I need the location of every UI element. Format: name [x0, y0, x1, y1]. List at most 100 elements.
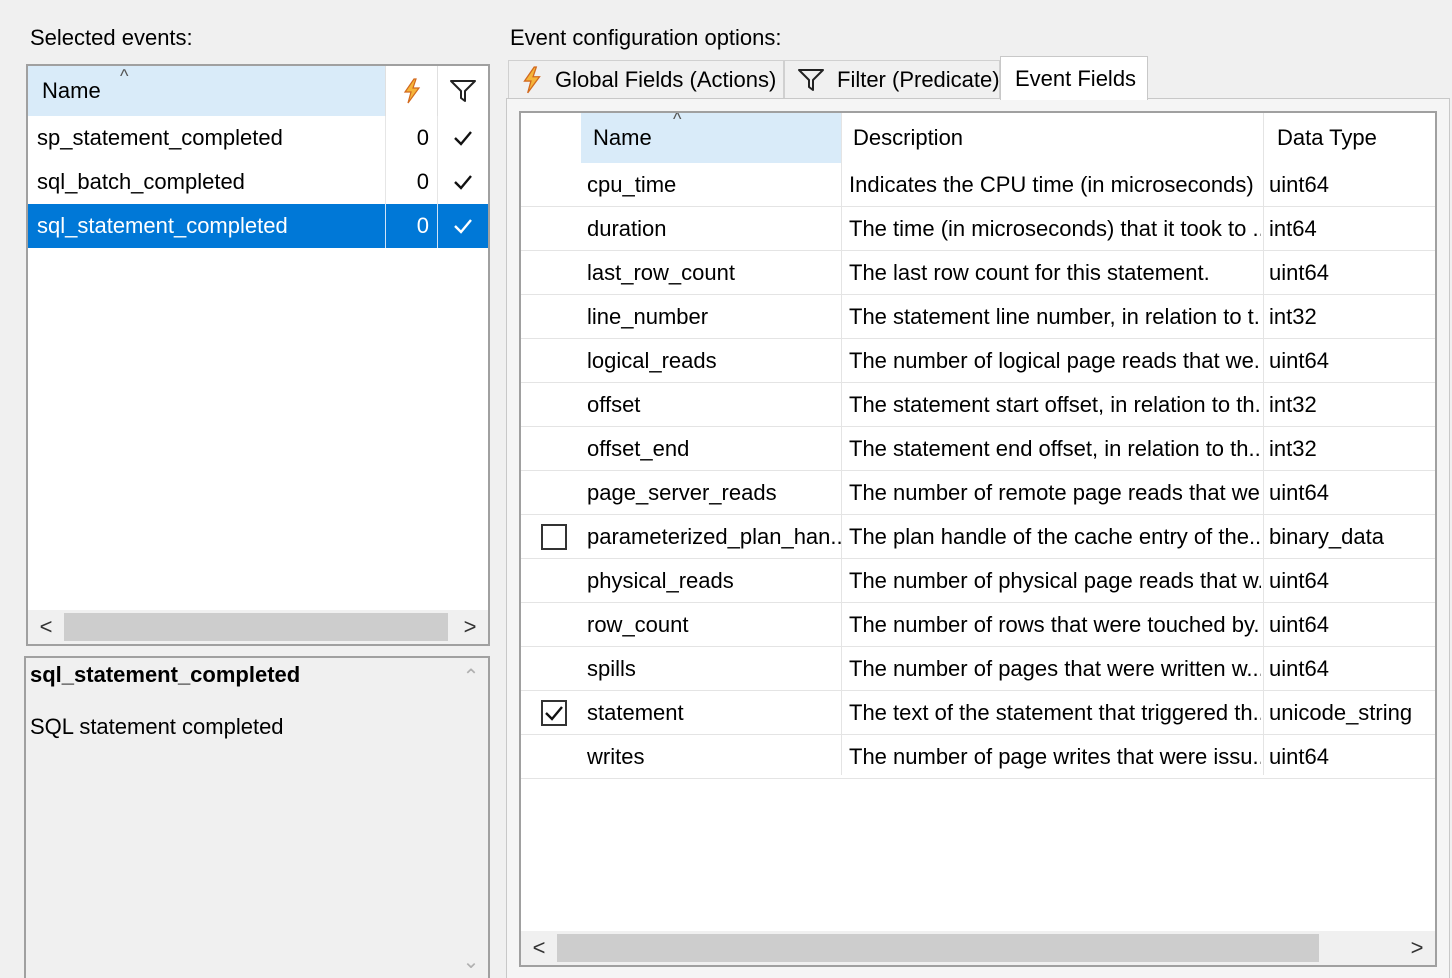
field-name: statement: [587, 700, 684, 725]
tab-label: Event Fields: [1015, 65, 1137, 91]
filter-check-icon: [438, 116, 488, 160]
field-data-type: uint64: [1269, 656, 1329, 681]
field-description: The plan handle of the cache entry of th…: [849, 524, 1261, 549]
tab-label: Filter (Predicate): [837, 66, 1000, 92]
event-action-count: 0: [386, 160, 438, 204]
fields-column-type-header[interactable]: Data Type: [1263, 113, 1435, 163]
events-list-header: ^ Name: [28, 66, 488, 116]
field-name: logical_reads: [587, 348, 717, 373]
events-column-filter-header[interactable]: [438, 66, 488, 116]
field-data-type: uint64: [1269, 744, 1329, 769]
event-name: sp_statement_completed: [28, 116, 386, 160]
check-icon: [545, 706, 563, 721]
event-config-label: Event configuration options:: [510, 25, 782, 50]
field-data-type: uint64: [1269, 260, 1329, 285]
events-list: ^ Name sp_statement_completed 0 sql_batch_…: [26, 64, 490, 646]
events-horizontal-scrollbar[interactable]: < >: [28, 610, 488, 644]
field-row[interactable]: cpu_time Indicates the CPU time (in micro…: [521, 163, 1435, 207]
tab-filter[interactable]: Filter (Predicate): [784, 60, 1000, 98]
field-row[interactable]: offset The statement start offset, in rel…: [521, 383, 1435, 427]
tab-event-fields[interactable]: Event Fields: [1000, 56, 1148, 100]
fields-column-name-header[interactable]: ^ Name: [581, 113, 841, 163]
event-action-count: 0: [386, 204, 438, 248]
tab-label: Global Fields (Actions): [555, 66, 777, 92]
event-row[interactable]: sql_batch_completed 0: [28, 160, 488, 204]
fields-column-description-header[interactable]: Description: [841, 113, 1263, 163]
field-name: spills: [587, 656, 636, 681]
event-action-count: 0: [386, 116, 438, 160]
scroll-down-icon[interactable]: ⌄: [454, 949, 488, 974]
filter-check-icon: [438, 160, 488, 204]
field-description: The statement line number, in relation t…: [849, 304, 1261, 329]
event-row[interactable]: sql_statement_completed 0: [28, 204, 488, 248]
field-name: cpu_time: [587, 172, 677, 197]
field-row[interactable]: last_row_count The last row count for thi…: [521, 251, 1435, 295]
field-name: offset_end: [587, 436, 690, 461]
event-row[interactable]: sp_statement_completed 0: [28, 116, 488, 160]
tab-global-fields[interactable]: Global Fields (Actions): [508, 60, 784, 98]
field-description: The number of rows that were touched by.…: [849, 612, 1261, 637]
field-description: The number of page writes that were issu…: [849, 744, 1261, 769]
field-row[interactable]: parameterized_plan_han... The plan handle…: [521, 515, 1435, 559]
field-name: row_count: [587, 612, 689, 637]
field-row[interactable]: physical_reads The number of physical pag…: [521, 559, 1435, 603]
field-name: line_number: [587, 304, 709, 329]
field-description: The number of physical page reads that w…: [849, 568, 1261, 593]
lightning-icon: [403, 78, 420, 104]
field-description: The number of logical page reads that we…: [849, 348, 1261, 373]
field-row[interactable]: row_count The number of rows that were to…: [521, 603, 1435, 647]
fields-horizontal-scrollbar[interactable]: < >: [521, 931, 1435, 965]
field-row[interactable]: offset_end The statement end offset, in r…: [521, 427, 1435, 471]
scroll-left-icon[interactable]: <: [521, 935, 557, 961]
field-data-type: uint64: [1269, 568, 1329, 593]
sort-ascending-icon: ^: [120, 66, 129, 86]
field-name: last_row_count: [587, 260, 735, 285]
event-fields-panel: ^ Name Description Data Type cpu_time Ind…: [506, 98, 1450, 978]
field-row[interactable]: page_server_reads The number of remote pa…: [521, 471, 1435, 515]
event-description-text: SQL statement completed: [30, 714, 284, 739]
field-data-type: uint64: [1269, 172, 1329, 197]
field-name: parameterized_plan_han...: [587, 524, 841, 549]
field-data-type: int32: [1269, 392, 1317, 417]
field-name: duration: [587, 216, 667, 241]
field-checkbox[interactable]: [541, 524, 567, 550]
events-column-actions-header[interactable]: [386, 66, 438, 116]
field-checkbox-checked[interactable]: [541, 700, 567, 726]
field-data-type: uint64: [1269, 348, 1329, 373]
field-row[interactable]: duration The time (in microseconds) that …: [521, 207, 1435, 251]
scroll-right-icon[interactable]: >: [1399, 935, 1435, 961]
field-data-type: int32: [1269, 304, 1317, 329]
field-data-type: uint64: [1269, 612, 1329, 637]
field-data-type: int64: [1269, 216, 1317, 241]
field-data-type: uint64: [1269, 480, 1329, 505]
field-name: offset: [587, 392, 641, 417]
scroll-left-icon[interactable]: <: [28, 614, 64, 640]
scrollbar-thumb[interactable]: [557, 934, 1319, 962]
field-row[interactable]: spills The number of pages that were writ…: [521, 647, 1435, 691]
selected-events-label: Selected events:: [30, 25, 193, 50]
event-name: sql_statement_completed: [28, 204, 386, 248]
scroll-right-icon[interactable]: >: [452, 614, 488, 640]
field-row[interactable]: writes The number of page writes that wer…: [521, 735, 1435, 779]
field-row[interactable]: line_number The statement line number, in…: [521, 295, 1435, 339]
scrollbar-thumb[interactable]: [64, 613, 448, 641]
field-name: page_server_reads: [587, 480, 777, 505]
description-vertical-scrollbar[interactable]: ⌃ ⌄: [454, 658, 488, 978]
event-description-panel: sql_statement_completed SQL statement co…: [24, 656, 490, 978]
events-column-name-header[interactable]: ^ Name: [28, 66, 386, 116]
filter-check-icon: [438, 204, 488, 248]
field-row[interactable]: logical_reads The number of logical page …: [521, 339, 1435, 383]
field-row[interactable]: statement The text of the statement that …: [521, 691, 1435, 735]
lightning-icon: [523, 65, 541, 93]
field-data-type: unicode_string: [1269, 700, 1413, 725]
field-name: physical_reads: [587, 568, 734, 593]
event-description-title: sql_statement_completed: [30, 662, 301, 687]
event-fields-grid: ^ Name Description Data Type cpu_time Ind…: [519, 111, 1437, 967]
field-description: The number of remote page reads that we.…: [849, 480, 1261, 505]
filter-icon: [798, 68, 824, 91]
scroll-up-icon[interactable]: ⌃: [454, 664, 488, 689]
field-data-type: int32: [1269, 436, 1317, 461]
field-data-type: binary_data: [1269, 524, 1384, 549]
fields-grid-header: ^ Name Description Data Type: [521, 113, 1435, 163]
field-description: The number of pages that were written w.…: [849, 656, 1261, 681]
